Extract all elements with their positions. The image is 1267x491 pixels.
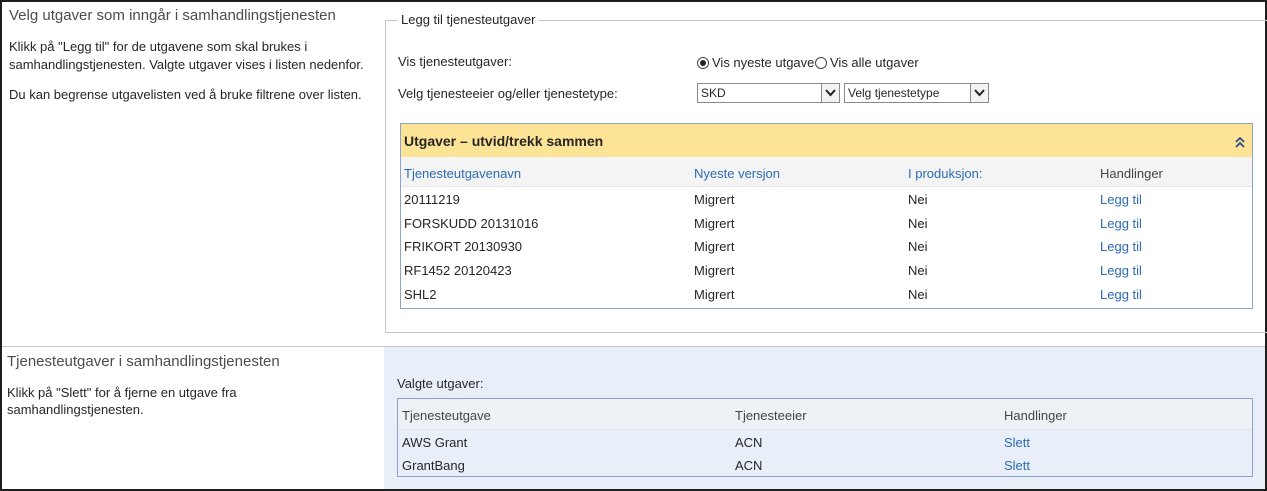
fieldset-legend: Legg til tjenesteutgaver bbox=[398, 12, 539, 27]
column-header-actions: Handlinger bbox=[1004, 408, 1067, 423]
filter-label: Velg tjenesteeier og/eller tjenestetype: bbox=[398, 86, 618, 101]
section-description-line: samhandlingstjenesten. bbox=[7, 402, 144, 417]
table-row: FRIKORT 20130930 Migrert Nei Legg til bbox=[401, 235, 1252, 259]
add-edition-link[interactable]: Legg til bbox=[1100, 192, 1142, 207]
column-header-owner: Tjenesteeier bbox=[735, 408, 807, 423]
edition-production: Nei bbox=[908, 287, 928, 302]
radio-show-all[interactable]: Vis alle utgaver bbox=[815, 55, 919, 70]
chevron-down-icon[interactable] bbox=[821, 84, 839, 102]
radio-show-newest[interactable]: Vis nyeste utgave bbox=[697, 55, 814, 70]
radio-newest-label: Vis nyeste utgave bbox=[712, 55, 815, 70]
table-row: GrantBang ACN Slett bbox=[398, 454, 1252, 478]
selected-edition-owner: ACN bbox=[735, 435, 763, 450]
delete-edition-link[interactable]: Slett bbox=[1004, 435, 1030, 450]
edition-production: Nei bbox=[908, 192, 928, 207]
section-description-line: Klikk på "Legg til" for de utgavene som … bbox=[9, 39, 308, 54]
editions-column-headers: Tjenesteutgavenavn Nyeste versjon I prod… bbox=[401, 157, 1252, 187]
select-editions-section: Velg utgaver som inngår i samhandlingstj… bbox=[2, 2, 1267, 347]
chevron-down-icon[interactable] bbox=[970, 84, 988, 102]
column-header-edition-name[interactable]: Tjenesteutgavenavn bbox=[404, 166, 521, 181]
selected-column-headers: Tjenesteutgave Tjenesteeier Handlinger bbox=[398, 399, 1252, 430]
table-row: AWS Grant ACN Slett bbox=[398, 431, 1252, 455]
section-title: Velg utgaver som inngår i samhandlingstj… bbox=[9, 7, 336, 24]
collapse-icon[interactable] bbox=[1234, 135, 1246, 149]
table-row: 20111219 Migrert Nei Legg til bbox=[401, 188, 1252, 212]
add-edition-link[interactable]: Legg til bbox=[1100, 239, 1142, 254]
section-description-line: samhandlingstjenesten. Valgte utgaver vi… bbox=[9, 57, 364, 72]
selected-edition-owner: ACN bbox=[735, 458, 763, 473]
editions-panel-title: Utgaver – utvid/trekk sammen bbox=[404, 132, 604, 149]
edition-version: Migrert bbox=[694, 263, 735, 278]
radio-indicator[interactable] bbox=[815, 56, 827, 69]
selected-editions-table: Tjenesteutgave Tjenesteeier Handlinger A… bbox=[397, 398, 1253, 477]
service-type-select[interactable]: Velg tjenestetype bbox=[844, 83, 989, 103]
editions-panel: Utgaver – utvid/trekk sammen Tjenesteutg… bbox=[400, 123, 1253, 309]
table-row: SHL2 Migrert Nei Legg til bbox=[401, 283, 1252, 307]
column-header-newest-version[interactable]: Nyeste versjon bbox=[694, 166, 780, 181]
edition-version: Migrert bbox=[694, 216, 735, 231]
selected-edition-name: AWS Grant bbox=[402, 435, 468, 450]
edition-production: Nei bbox=[908, 263, 928, 278]
selected-editions-area: Valgte utgaver: Tjenesteutgave Tjenestee… bbox=[384, 347, 1265, 489]
edition-production: Nei bbox=[908, 239, 928, 254]
table-row: RF1452 20120423 Migrert Nei Legg til bbox=[401, 259, 1252, 283]
section-description-line: Klikk på "Slett" for å fjerne en utgave … bbox=[7, 385, 237, 400]
radio-selected-indicator[interactable] bbox=[697, 56, 709, 69]
show-editions-label: Vis tjenesteutgaver: bbox=[398, 54, 512, 69]
add-edition-link[interactable]: Legg til bbox=[1100, 287, 1142, 302]
column-header-in-production[interactable]: I produksjon: bbox=[908, 166, 982, 181]
column-header-actions: Handlinger bbox=[1100, 166, 1163, 181]
add-edition-link[interactable]: Legg til bbox=[1100, 216, 1142, 231]
add-edition-link[interactable]: Legg til bbox=[1100, 263, 1142, 278]
edition-name: 20111219 bbox=[404, 192, 460, 207]
edition-name: FRIKORT 20130930 bbox=[404, 239, 523, 254]
edition-name: RF1452 20120423 bbox=[404, 263, 512, 278]
table-row: FORSKUDD 20131016 Migrert Nei Legg til bbox=[401, 212, 1252, 236]
service-type-select-value: Velg tjenestetype bbox=[848, 86, 940, 100]
selected-edition-name: GrantBang bbox=[402, 458, 465, 473]
section-title: Tjenesteutgaver i samhandlingstjenesten bbox=[7, 353, 280, 370]
owner-select[interactable]: SKD bbox=[697, 83, 840, 103]
selected-editions-label: Valgte utgaver: bbox=[397, 376, 484, 391]
edition-version: Migrert bbox=[694, 287, 735, 302]
add-editions-fieldset: Legg til tjenesteutgaver Vis tjenesteutg… bbox=[385, 12, 1267, 333]
radio-all-label: Vis alle utgaver bbox=[830, 55, 919, 70]
column-header-edition: Tjenesteutgave bbox=[402, 408, 491, 423]
delete-edition-link[interactable]: Slett bbox=[1004, 458, 1030, 473]
owner-select-value: SKD bbox=[701, 86, 726, 100]
edition-production: Nei bbox=[908, 216, 928, 231]
edition-name: SHL2 bbox=[404, 287, 437, 302]
section-description-line: Du kan begrense utgavelisten ved å bruke… bbox=[9, 87, 362, 102]
editions-panel-header[interactable]: Utgaver – utvid/trekk sammen bbox=[401, 124, 1252, 157]
edition-version: Migrert bbox=[694, 192, 735, 207]
edition-version: Migrert bbox=[694, 239, 735, 254]
edition-name: FORSKUDD 20131016 bbox=[404, 216, 539, 231]
